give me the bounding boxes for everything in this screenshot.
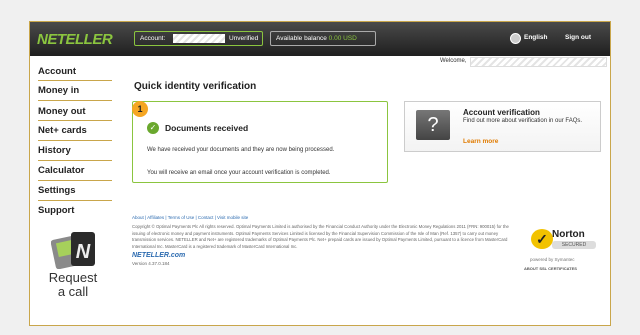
sidebar-item-history[interactable]: History <box>38 145 71 156</box>
top-bar: NETELLER Account: Unverified Available b… <box>30 22 610 56</box>
page-frame: NETELLER Account: Unverified Available b… <box>29 21 611 326</box>
sidebar-divider <box>38 160 112 161</box>
welcome-label: Welcome, <box>440 58 467 64</box>
page-title: Quick identity verification <box>134 81 257 92</box>
account-id-masked <box>173 34 225 43</box>
check-icon: ✓ <box>147 122 159 134</box>
version-text: Version 4.37.0.184 <box>132 261 170 266</box>
sidebar-divider <box>38 180 112 181</box>
sidebar-divider <box>38 100 112 101</box>
footer-logo[interactable]: NETELLER.com <box>132 252 510 259</box>
globe-icon[interactable] <box>510 33 521 44</box>
sidebar-item-support[interactable]: Support <box>38 205 74 216</box>
request-call-line2: a call <box>57 284 89 299</box>
balance-label: Available balance <box>276 35 327 42</box>
sidebar-item-money-in[interactable]: Money in <box>38 85 79 96</box>
sidebar-item-settings[interactable]: Settings <box>38 185 75 196</box>
sidebar-divider <box>38 200 112 201</box>
sidebar-item-net-cards[interactable]: Net+ cards <box>38 125 87 136</box>
sidebar-item-account[interactable]: Account <box>38 66 76 77</box>
documents-received-title: Documents received <box>165 123 249 133</box>
question-mark-icon: ? <box>416 110 450 140</box>
footer: About | Affiliates | Terms of Use | Cont… <box>132 215 510 266</box>
account-label: Account: <box>140 35 166 42</box>
learn-more-link[interactable]: Learn more <box>463 138 498 145</box>
verification-text: Find out more about verification in our … <box>463 118 583 124</box>
request-call-line1: Request <box>48 270 98 285</box>
email-notice-text: You will receive an email once your acco… <box>147 170 331 176</box>
user-name-masked <box>470 57 607 67</box>
account-verification-card: ? Account verification Find out more abo… <box>404 101 601 152</box>
neteller-logo[interactable]: NETELLER <box>37 31 113 48</box>
account-status-box: Account: Unverified <box>134 31 263 46</box>
norton-check-icon: ✓ <box>531 229 553 249</box>
norton-name: Norton <box>552 229 585 240</box>
sidebar-divider <box>38 140 112 141</box>
legal-text: Copyright © Optimal Payments Plc All rig… <box>132 224 509 249</box>
phone-icon: N <box>51 232 95 269</box>
powered-by-text: powered by Symantec <box>530 257 575 262</box>
balance-value: 0.00 USD <box>328 35 357 42</box>
step-number-badge: 1 <box>132 101 148 117</box>
norton-secured-label: SECURED <box>552 241 596 249</box>
footer-links[interactable]: About | Affiliates | Terms of Use | Cont… <box>132 215 510 220</box>
sidebar-divider <box>38 80 112 81</box>
about-ssl-link[interactable]: ABOUT SSL CERTIFICATES <box>524 266 577 271</box>
documents-status-text: We have received your documents and they… <box>147 147 335 153</box>
sign-out-link[interactable]: Sign out <box>565 34 591 41</box>
request-call-label: Request a call <box>38 271 108 299</box>
balance-box: Available balance 0.00 USD <box>270 31 376 46</box>
account-status-badge: Unverified <box>229 35 259 42</box>
verification-title: Account verification <box>463 108 540 117</box>
norton-seal[interactable]: ✓ Norton SECURED powered by Symantec ABO… <box>524 221 606 277</box>
sidebar-divider <box>38 120 112 121</box>
svg-text:N: N <box>76 241 91 263</box>
sidebar-item-money-out[interactable]: Money out <box>38 106 86 117</box>
language-selector[interactable]: English <box>524 34 547 41</box>
request-call-button[interactable]: N Request a call <box>38 227 108 313</box>
sidebar-item-calculator[interactable]: Calculator <box>38 165 84 176</box>
documents-status-card: 1 ✓ Documents received We have received … <box>132 101 388 183</box>
